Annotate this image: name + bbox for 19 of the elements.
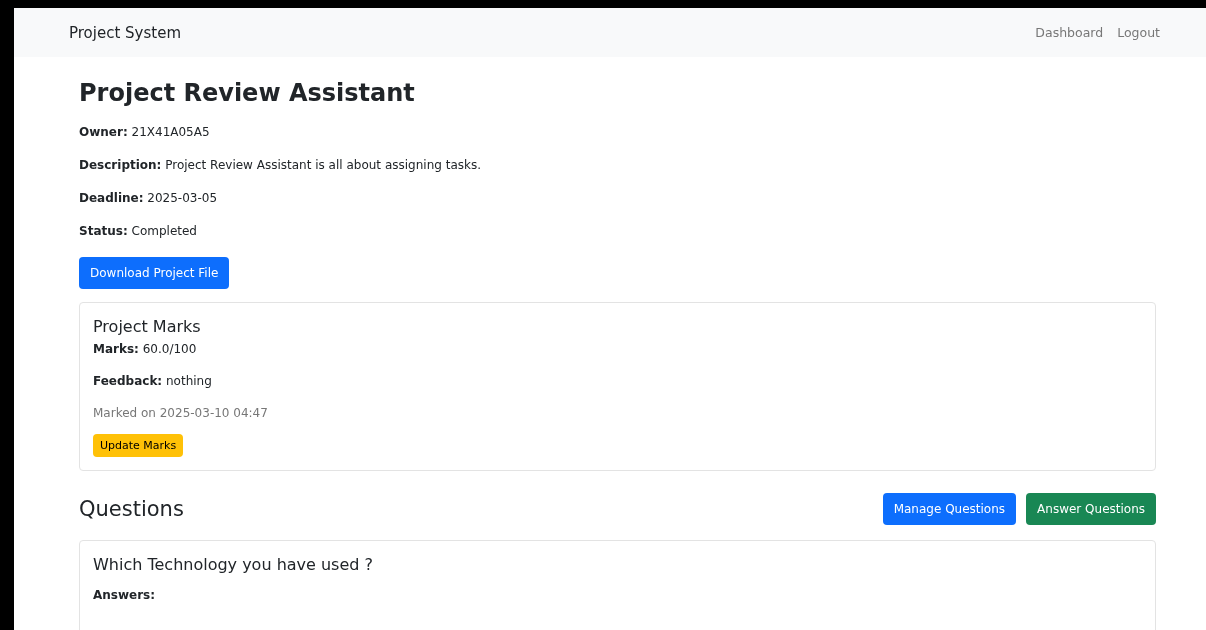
- field-text: Description: Project Review Assistant is all about assigning tasks.: [79, 158, 482, 172]
- nav-link[interactable]: Logout: [1117, 25, 1160, 40]
- update-marks-button[interactable]: Update Marks: [93, 434, 184, 457]
- field-text: Feedback: nothing: [93, 374, 213, 388]
- card-title: Project Marks: [93, 317, 202, 336]
- field-text: Deadline: 2025-03-05: [79, 191, 219, 205]
- brand-link[interactable]: Project System: [69, 23, 182, 42]
- action-button[interactable]: Answer Questions: [1026, 493, 1156, 525]
- marked-date: Marked on 2025-03-10 04:47: [93, 406, 269, 420]
- field-text: Status: Completed: [79, 224, 198, 238]
- field-text: Marks: 60.0/100: [93, 342, 198, 356]
- answers-label: Answers:: [93, 588, 157, 602]
- question-text: Which Technology you have used ?: [93, 555, 375, 574]
- nav-link[interactable]: Dashboard: [1035, 25, 1104, 40]
- download-button[interactable]: Download Project File: [79, 257, 230, 289]
- action-button[interactable]: Manage Questions: [882, 493, 1017, 525]
- page-title: Project Review Assistant: [79, 79, 416, 107]
- section-heading: Questions: [79, 497, 184, 521]
- field-text: Owner: 21X41A05A5: [79, 125, 211, 139]
